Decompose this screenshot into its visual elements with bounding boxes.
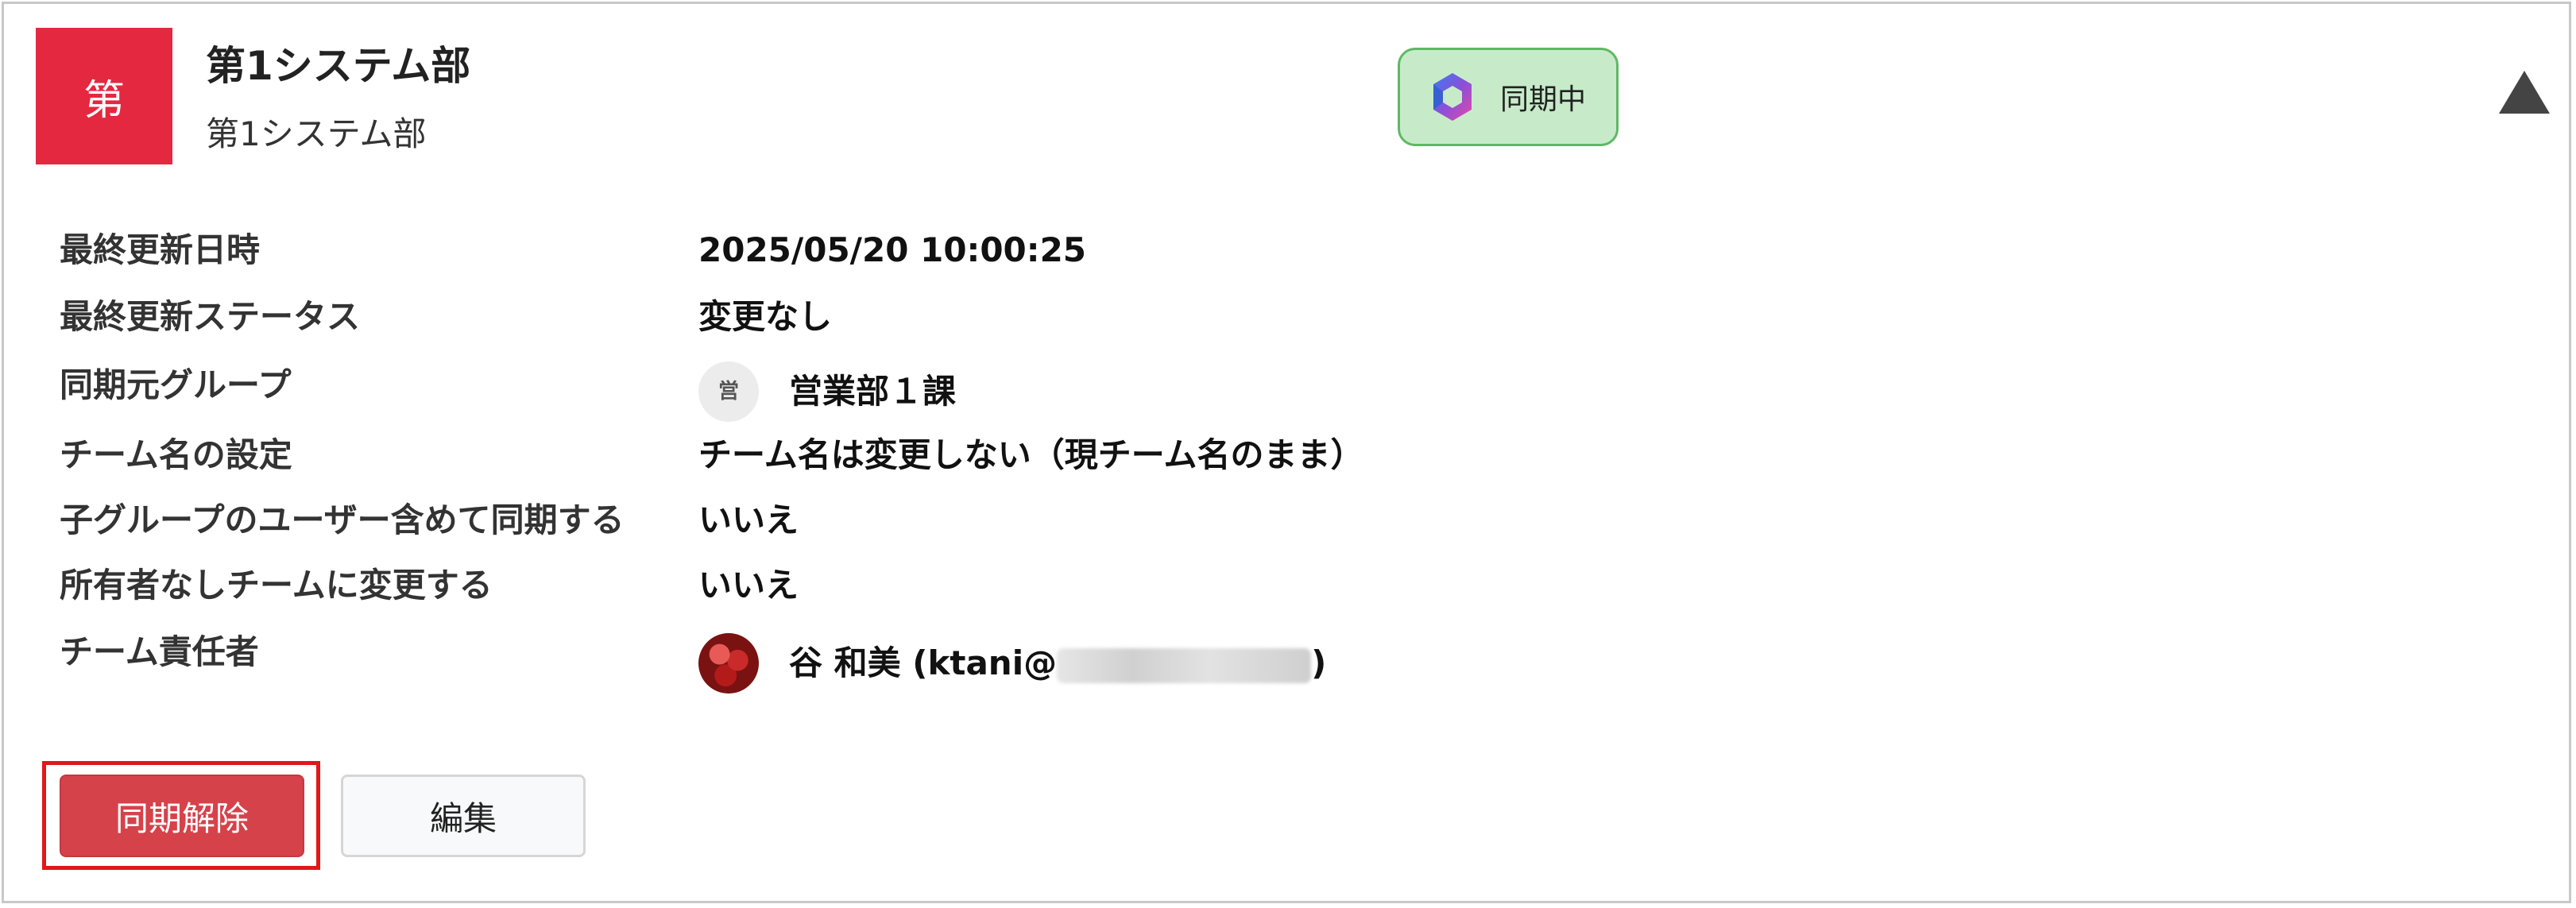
- team-avatar: 第: [36, 28, 172, 164]
- team-name-setting-value: チーム名は変更しない（現チーム名のまま）: [698, 435, 1364, 474]
- sync-status-label: 同期中: [1500, 83, 1587, 116]
- unsync-button[interactable]: 同期解除: [60, 775, 304, 857]
- detail-value: いいえ: [698, 562, 799, 609]
- group-avatar: 営: [698, 361, 759, 422]
- ownerless-team-value: いいえ: [698, 566, 799, 605]
- sync-status-badge: 同期中: [1398, 48, 1619, 146]
- detail-value: 谷 和美 (ktani@): [698, 633, 1326, 694]
- team-owner-name: 谷 和美 (ktani@: [789, 643, 1058, 682]
- detail-label: 最終更新日時: [60, 230, 261, 269]
- team-name: 第1システム部: [206, 43, 471, 89]
- last-status-value: 変更なし: [698, 297, 833, 336]
- last-updated-value: 2025/05/20 10:00:25: [698, 230, 1087, 269]
- detail-label: 同期元グループ: [60, 365, 292, 404]
- detail-value: チーム名は変更しない（現チーム名のまま）: [698, 431, 1363, 479]
- avatar: [698, 633, 759, 694]
- team-subtitle: 第1システム部: [206, 114, 427, 153]
- source-group-value: 営業部１課: [789, 372, 957, 411]
- detail-value: 変更なし: [698, 293, 832, 341]
- team-owner-value: 谷 和美 (ktani@): [789, 639, 1326, 687]
- teams-sync-icon: [1433, 73, 1472, 121]
- detail-value: 営 営業部１課: [698, 361, 956, 422]
- detail-value: いいえ: [698, 497, 799, 544]
- detail-label: 最終更新ステータス: [60, 297, 361, 336]
- redacted-email: [1057, 647, 1312, 683]
- detail-label: チーム名の設定: [60, 435, 292, 474]
- edit-button[interactable]: 編集: [341, 775, 586, 857]
- team-owner-suffix: ): [1311, 643, 1327, 682]
- triangle-up-icon[interactable]: [2499, 71, 2550, 114]
- include-subgroups-value: いいえ: [698, 500, 799, 539]
- team-avatar-initial: 第: [83, 76, 125, 125]
- detail-label: 子グループのユーザー含めて同期する: [60, 500, 625, 539]
- detail-label: チーム責任者: [60, 632, 259, 671]
- detail-value: 2025/05/20 10:00:25: [698, 226, 1086, 274]
- team-card: 第 第1システム部 第1システム部 同期中 最終更新日時 2025/05/20 …: [2, 2, 2571, 903]
- detail-label: 所有者なしチームに変更する: [60, 566, 493, 605]
